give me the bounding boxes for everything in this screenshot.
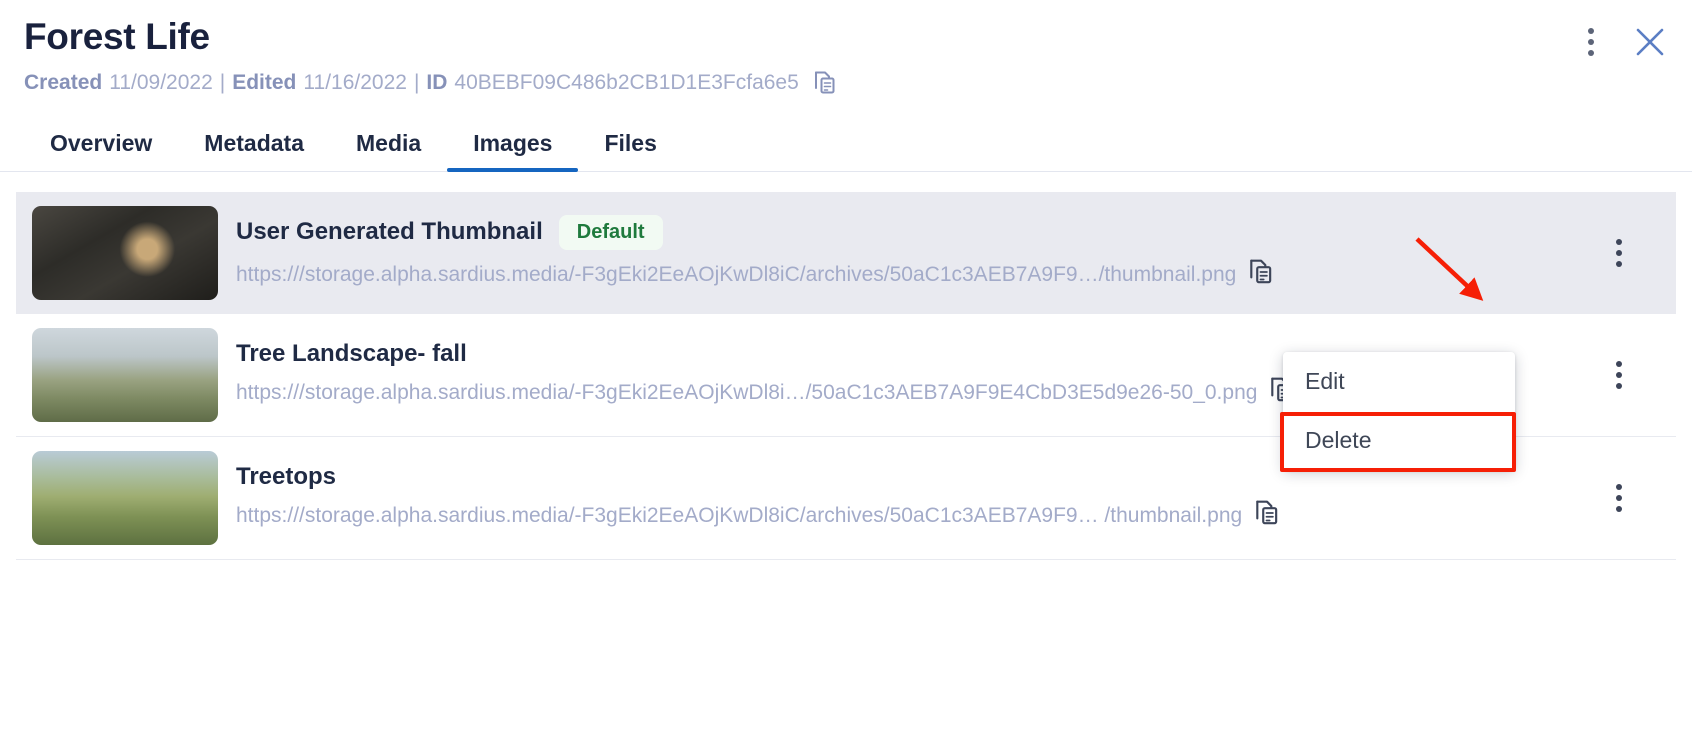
close-button[interactable] (1630, 22, 1670, 62)
image-thumbnail (32, 206, 218, 301)
default-badge: Default (558, 214, 663, 250)
created-label: Created (24, 71, 103, 95)
image-item-more-options-button[interactable] (1606, 236, 1632, 270)
tab-media[interactable]: Media (330, 122, 447, 171)
id-label: ID (426, 71, 448, 95)
header-actions (1578, 22, 1670, 62)
header-more-options-button[interactable] (1578, 25, 1604, 59)
copy-icon[interactable] (1254, 499, 1280, 533)
image-title: Treetops (236, 463, 337, 491)
image-url: https:///storage.alpha.sardius.media/-F3… (236, 262, 1237, 286)
tab-images[interactable]: Images (447, 122, 579, 173)
tab-overview[interactable]: Overview (24, 122, 178, 171)
image-title: Tree Landscape- fall (236, 340, 467, 368)
image-url: https:///storage.alpha.sardius.media/-F3… (236, 381, 1258, 405)
meta-separator-2: | (413, 71, 420, 95)
image-item-more-options-button[interactable] (1606, 481, 1632, 515)
menu-item-edit[interactable]: Edit (1283, 352, 1515, 411)
media-detail-panel: Forest Life Created 11/09/2022 | Edited … (0, 0, 1692, 750)
image-item-more-options-button[interactable] (1606, 358, 1632, 392)
copy-icon[interactable] (813, 70, 837, 96)
context-menu: Edit Delete (1283, 352, 1515, 470)
image-thumbnail (32, 451, 218, 546)
image-url: https:///storage.alpha.sardius.media/-F3… (236, 504, 1243, 528)
image-thumbnail (32, 328, 218, 423)
meta-separator-1: | (219, 71, 226, 95)
copy-icon[interactable] (1248, 258, 1274, 292)
created-value: 11/09/2022 (109, 71, 213, 95)
edited-label: Edited (232, 71, 297, 95)
edited-value: 11/16/2022 (303, 71, 407, 95)
page-title: Forest Life (24, 16, 210, 57)
image-list-item[interactable]: User Generated Thumbnail Default https:/… (16, 192, 1676, 315)
metadata-line: Created 11/09/2022 | Edited 11/16/2022 |… (24, 70, 1668, 96)
image-item-body: User Generated Thumbnail Default https:/… (236, 214, 1572, 292)
image-title: User Generated Thumbnail (236, 218, 543, 246)
tab-bar: Overview Metadata Media Images Files (0, 122, 1692, 173)
id-value: 40BEBF09C486b2CB1D1E3Fcfa6e5 (454, 71, 799, 95)
menu-item-delete[interactable]: Delete (1283, 411, 1515, 470)
tab-metadata[interactable]: Metadata (178, 122, 330, 171)
image-item-body: Treetops https:///storage.alpha.sardius.… (236, 463, 1572, 533)
panel-header: Forest Life Created 11/09/2022 | Edited … (0, 0, 1692, 96)
tab-files[interactable]: Files (578, 122, 682, 171)
